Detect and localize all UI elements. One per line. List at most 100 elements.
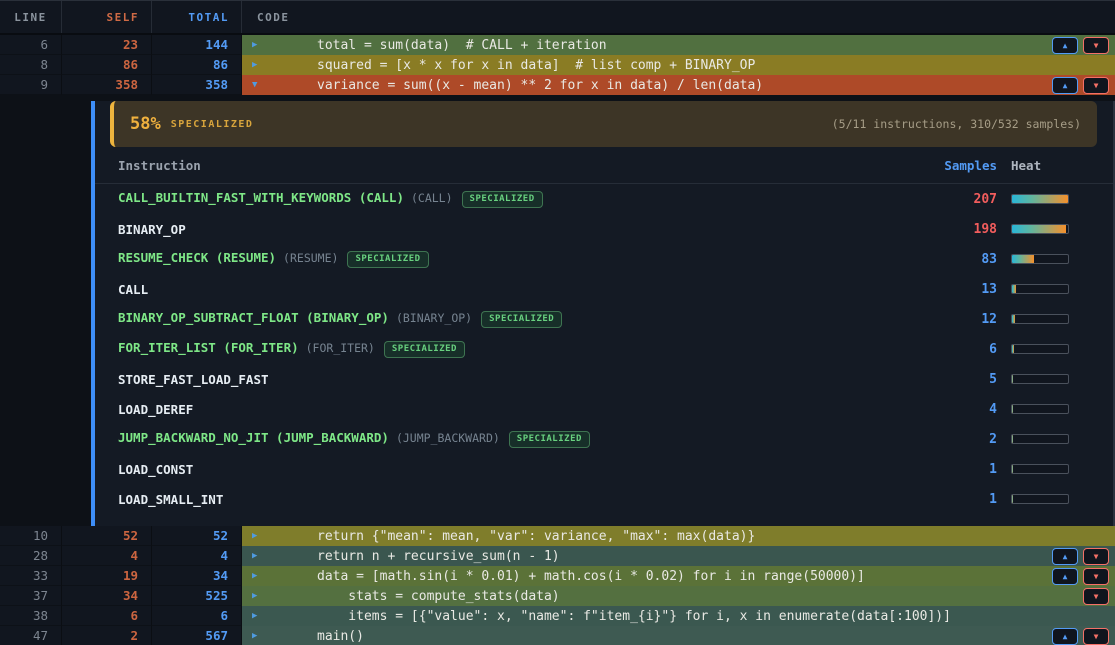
code-text: return {"mean": mean, "var": variance, "…: [317, 529, 755, 544]
line-number-cell: 28: [0, 546, 62, 566]
code-cell[interactable]: ▶data = [math.sin(i * 0.01) + math.cos(i…: [242, 566, 1115, 586]
nav-up-button[interactable]: ▲: [1052, 77, 1078, 94]
column-header-line[interactable]: LINE: [0, 1, 62, 33]
self-samples-cell: 4: [62, 546, 152, 566]
heat-bar-fill: [1012, 255, 1034, 263]
column-header-samples[interactable]: Samples: [927, 158, 997, 173]
total-samples-cell: 34: [152, 566, 242, 586]
samples-value: 2: [927, 432, 997, 447]
heat-bar: [1011, 404, 1069, 414]
nav-down-button[interactable]: ▼: [1083, 77, 1109, 94]
code-cell[interactable]: ▶squared = [x * x for x in data] # list …: [242, 55, 1115, 75]
line-number-cell: 47: [0, 626, 62, 645]
expand-icon[interactable]: ▶: [252, 40, 272, 50]
code-line-row: 331934▶data = [math.sin(i * 0.01) + math…: [0, 566, 1115, 586]
instruction-row: STORE_FAST_LOAD_FAST5: [95, 364, 1113, 394]
nav-up-button[interactable]: ▲: [1052, 628, 1078, 645]
nav-down-button[interactable]: ▼: [1083, 548, 1109, 565]
specialized-badge: SPECIALIZED: [384, 341, 465, 358]
column-header-total[interactable]: TOTAL: [152, 1, 242, 33]
code-cell[interactable]: ▶main()▲▼: [242, 626, 1115, 645]
heat-bar: [1011, 494, 1069, 504]
specialized-label: SPECIALIZED: [171, 119, 254, 130]
specialized-badge: SPECIALIZED: [481, 311, 562, 328]
heat-bar-fill: [1012, 345, 1014, 353]
code-line-row: 472567▶main()▲▼: [0, 626, 1115, 645]
instruction-base-name: (BINARY_OP): [396, 311, 472, 325]
code-cell[interactable]: ▼variance = sum((x - mean) ** 2 for x in…: [242, 75, 1115, 95]
total-samples-cell: 567: [152, 626, 242, 645]
column-header-code[interactable]: CODE: [242, 1, 1115, 33]
expand-icon[interactable]: ▶: [252, 551, 272, 561]
instruction-table-header: Instruction Samples Heat: [95, 147, 1113, 184]
nav-up-button[interactable]: ▲: [1052, 568, 1078, 585]
expand-icon[interactable]: ▶: [252, 611, 272, 621]
instruction-row: LOAD_SMALL_INT 1: [95, 484, 1113, 514]
code-cell[interactable]: ▶ return n + recursive_sum(n - 1) ▲ ▼: [242, 546, 1115, 566]
line-number-cell: 38: [0, 606, 62, 626]
instruction-name: LOAD_SMALL_INT: [118, 492, 913, 507]
code-cell[interactable]: ▶ items = [{"value": x, "name": f"item_{…: [242, 606, 1115, 626]
code-cell[interactable]: ▶ return {"mean": mean, "var": variance, …: [242, 526, 1115, 546]
self-samples-cell: 86: [62, 55, 152, 75]
self-samples-cell: 358: [62, 75, 152, 95]
instruction-row: CALL13: [95, 274, 1113, 304]
specialization-meta: (5/11 instructions, 310/532 samples): [832, 117, 1081, 131]
nav-down-button[interactable]: ▼: [1083, 628, 1109, 645]
samples-value: 1: [927, 492, 997, 507]
instruction-table-body: CALL_BUILTIN_FAST_WITH_KEYWORDS (CALL)(C…: [95, 184, 1113, 514]
total-samples-cell: 4: [152, 546, 242, 566]
samples-value: 198: [927, 222, 997, 237]
code-line-row: 2844▶return n + recursive_sum(n - 1)▲▼: [0, 546, 1115, 566]
nav-down-button[interactable]: ▼: [1083, 568, 1109, 585]
expand-icon[interactable]: ▶: [252, 591, 272, 601]
samples-value: 207: [927, 192, 997, 207]
specialized-badge: SPECIALIZED: [462, 191, 543, 208]
nav-up-button[interactable]: ▲: [1052, 37, 1078, 54]
total-samples-cell: 358: [152, 75, 242, 95]
heat-bar-fill: [1012, 405, 1013, 413]
specialization-banner: 58% SPECIALIZED (5/11 instructions, 310/…: [110, 101, 1097, 147]
line-detail-panel: 58% SPECIALIZED (5/11 instructions, 310/…: [91, 101, 1115, 526]
column-header-self[interactable]: SELF: [62, 1, 152, 33]
code-line-row: 3734525▶ stats = compute_stats(data)▼: [0, 586, 1115, 606]
self-samples-cell: 52: [62, 526, 152, 546]
code-text: total = sum(data) # CALL + iteration: [317, 38, 607, 53]
code-text: items = [{"value": x, "name": f"item_{i}…: [317, 609, 951, 624]
expand-icon[interactable]: ▶: [252, 60, 272, 70]
code-cell[interactable]: ▶ total = sum(data) # CALL + iteration ▲ ▼: [242, 35, 1115, 55]
code-text: return n + recursive_sum(n - 1): [317, 549, 560, 564]
code-line-row: 9358358▼variance = sum((x - mean) ** 2 f…: [0, 75, 1115, 95]
nav-up-button[interactable]: ▲: [1052, 548, 1078, 565]
code-table-header: LINE SELF TOTAL CODE: [0, 1, 1115, 35]
line-number-cell: 33: [0, 566, 62, 586]
total-samples-cell: 86: [152, 55, 242, 75]
line-number-cell: 6: [0, 35, 62, 55]
heat-bar: [1011, 374, 1069, 384]
line-number-cell: 8: [0, 55, 62, 75]
expand-icon[interactable]: ▶: [252, 571, 272, 581]
heat-bar-fill: [1012, 285, 1016, 293]
self-samples-cell: 2: [62, 626, 152, 645]
total-samples-cell: 525: [152, 586, 242, 606]
instruction-row: BINARY_OP_SUBTRACT_FLOAT (BINARY_OP)(BIN…: [95, 304, 1113, 334]
instruction-name: STORE_FAST_LOAD_FAST: [118, 372, 913, 387]
samples-value: 12: [927, 312, 997, 327]
expand-icon[interactable]: ▶: [252, 531, 272, 541]
nav-down-button[interactable]: ▼: [1083, 588, 1109, 605]
code-text: stats = compute_stats(data): [317, 589, 560, 604]
code-cell[interactable]: ▶ stats = compute_stats(data) ▼: [242, 586, 1115, 606]
total-samples-cell: 52: [152, 526, 242, 546]
instruction-name: BINARY_OP: [118, 222, 913, 237]
instruction-base-name: (JUMP_BACKWARD): [396, 431, 500, 445]
heat-bar: [1011, 344, 1069, 354]
collapse-icon[interactable]: ▼: [252, 80, 272, 90]
samples-value: 83: [927, 252, 997, 267]
samples-value: 6: [927, 342, 997, 357]
heat-bar-fill: [1012, 195, 1068, 203]
heat-bar-fill: [1012, 375, 1013, 383]
instruction-name: LOAD_CONST: [118, 462, 913, 477]
expand-icon[interactable]: ▶: [252, 631, 272, 641]
nav-down-button[interactable]: ▼: [1083, 37, 1109, 54]
instruction-row: LOAD_DEREF4: [95, 394, 1113, 424]
